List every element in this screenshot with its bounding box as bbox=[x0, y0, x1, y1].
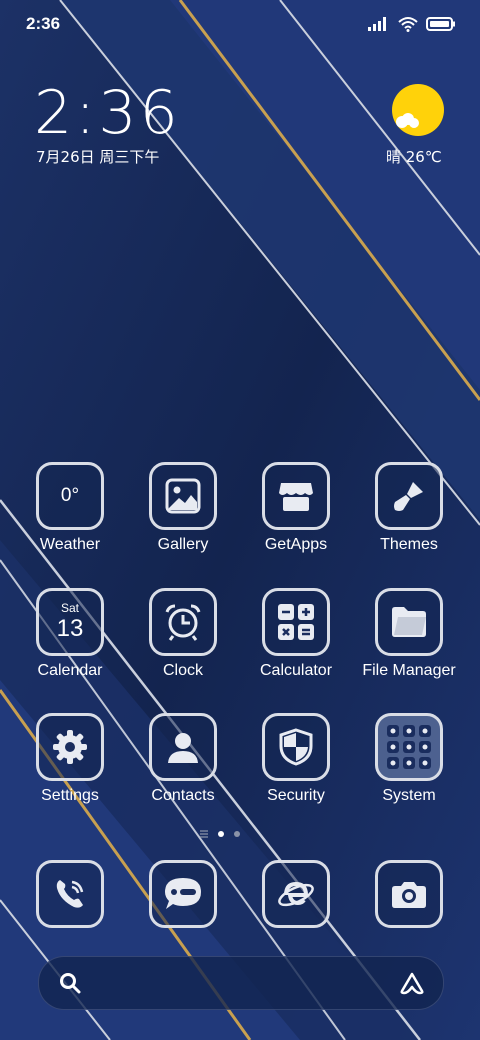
app-label-gallery: Gallery bbox=[157, 536, 209, 553]
app-label-system: System bbox=[382, 787, 436, 804]
weather-icon-temp: 0° bbox=[60, 485, 80, 506]
app-settings[interactable]: Settings bbox=[14, 713, 126, 805]
app-getapps[interactable]: GetApps bbox=[240, 462, 352, 554]
assistant-icon[interactable] bbox=[399, 971, 425, 995]
app-label-contacts: Contacts bbox=[151, 787, 215, 804]
app-label-security: Security bbox=[267, 787, 325, 804]
camera-icon bbox=[375, 860, 443, 928]
app-weather[interactable]: 0° Weather bbox=[14, 462, 126, 554]
phone-icon bbox=[36, 860, 104, 928]
weather-widget-text: 晴 26℃ bbox=[386, 148, 442, 166]
clock-widget-time[interactable]: 2:36 bbox=[34, 78, 181, 148]
app-clock[interactable]: Clock bbox=[127, 588, 239, 680]
app-calendar[interactable]: Sat 13 Calendar bbox=[14, 588, 126, 680]
alarm-clock-icon bbox=[149, 588, 217, 656]
app-folder-icon bbox=[375, 713, 443, 781]
dock-camera[interactable] bbox=[353, 860, 465, 928]
folder-icon bbox=[375, 588, 443, 656]
gear-icon bbox=[36, 713, 104, 781]
calculator-icon bbox=[262, 588, 330, 656]
app-security[interactable]: Security bbox=[240, 713, 352, 805]
app-label-calculator: Calculator bbox=[259, 662, 333, 679]
search-icon[interactable] bbox=[59, 972, 81, 994]
app-themes[interactable]: Themes bbox=[353, 462, 465, 554]
person-icon bbox=[149, 713, 217, 781]
store-icon bbox=[262, 462, 330, 530]
search-bar[interactable] bbox=[38, 956, 444, 1010]
calendar-icon: Sat 13 bbox=[36, 588, 104, 656]
partly-sunny-icon[interactable] bbox=[392, 84, 444, 136]
menu-lines-icon bbox=[200, 830, 208, 838]
wifi-icon bbox=[398, 17, 418, 32]
app-label-settings: Settings bbox=[41, 787, 99, 804]
dock-phone[interactable] bbox=[14, 860, 126, 928]
signal-icon bbox=[368, 17, 386, 31]
app-calculator[interactable]: Calculator bbox=[240, 588, 352, 680]
messages-icon bbox=[149, 860, 217, 928]
app-label-themes: Themes bbox=[380, 536, 438, 553]
clock-widget-date: 7月26日 周三下午 bbox=[36, 148, 160, 166]
gallery-icon bbox=[149, 462, 217, 530]
dock-browser[interactable] bbox=[240, 860, 352, 928]
cloud-icon bbox=[396, 113, 419, 128]
browser-icon bbox=[262, 860, 330, 928]
shield-icon bbox=[262, 713, 330, 781]
calendar-date: 13 bbox=[56, 615, 84, 642]
app-file-manager[interactable]: File Manager bbox=[353, 588, 465, 680]
status-icons bbox=[368, 14, 456, 34]
page-dot-2 bbox=[234, 831, 240, 837]
app-label-calendar: Calendar bbox=[37, 662, 103, 679]
app-label-getapps: GetApps bbox=[264, 536, 328, 553]
page-dot-1 bbox=[218, 831, 224, 837]
app-contacts[interactable]: Contacts bbox=[127, 713, 239, 805]
page-indicator[interactable] bbox=[200, 830, 240, 838]
dock-messages[interactable] bbox=[127, 860, 239, 928]
weather-icon: 0° bbox=[36, 462, 104, 530]
battery-icon bbox=[426, 17, 455, 31]
app-gallery[interactable]: Gallery bbox=[127, 462, 239, 554]
brush-icon bbox=[375, 462, 443, 530]
app-system-folder[interactable]: System bbox=[353, 713, 465, 805]
app-label-weather: Weather bbox=[39, 536, 101, 553]
calendar-day: Sat bbox=[60, 601, 79, 615]
status-time: 2:36 bbox=[26, 14, 61, 33]
app-label-file-manager: File Manager bbox=[362, 662, 456, 679]
app-label-clock: Clock bbox=[162, 662, 203, 679]
